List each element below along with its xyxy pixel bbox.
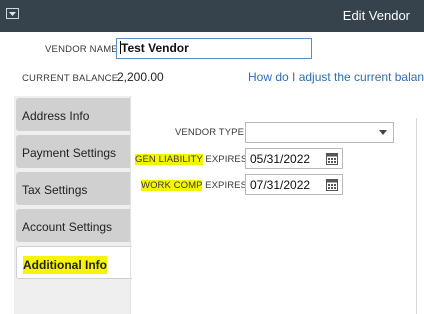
gen-liability-expires-label: GEN LIABILITY EXPIRES xyxy=(135,154,247,165)
title-bar: Edit Vendor xyxy=(0,0,424,32)
vendor-name-input[interactable]: Test Vendor xyxy=(116,38,312,59)
tab-account-settings[interactable]: Account Settings xyxy=(16,209,130,242)
vendor-type-label: VENDOR TYPE xyxy=(175,127,245,138)
gen-liability-date-value: 05/31/2022 xyxy=(250,152,311,166)
adjust-balance-link[interactable]: How do I adjust the current balan xyxy=(248,70,424,84)
work-comp-expires-label: WORK COMP EXPIRES xyxy=(141,180,247,191)
tab-label: Address Info xyxy=(22,109,90,123)
calendar-icon[interactable] xyxy=(326,178,338,194)
tab-additional-info[interactable]: Additional Info xyxy=(16,246,132,279)
vendor-name-value: Test Vendor xyxy=(121,41,189,55)
gen-liability-label-highlight: GEN LIABILITY xyxy=(135,154,203,165)
tab-address-info[interactable]: Address Info xyxy=(16,98,130,131)
calendar-icon[interactable] xyxy=(326,152,338,168)
tab-tax-settings[interactable]: Tax Settings xyxy=(16,172,130,205)
tab-label: Additional Info xyxy=(23,256,107,274)
panel-right-edge xyxy=(416,118,417,314)
system-menu-icon[interactable] xyxy=(6,8,19,19)
vendor-name-label: VENDOR NAME xyxy=(45,44,118,55)
gen-liability-date-field[interactable]: 05/31/2022 xyxy=(245,148,343,169)
work-comp-date-value: 07/31/2022 xyxy=(250,178,311,192)
tab-label: Tax Settings xyxy=(22,183,88,197)
work-comp-label-rest: EXPIRES xyxy=(202,180,248,191)
vendor-type-select[interactable] xyxy=(245,122,394,143)
panel-divider xyxy=(130,96,131,314)
tab-payment-settings[interactable]: Payment Settings xyxy=(16,135,130,168)
current-balance-label: CURRENT BALANCE xyxy=(22,73,119,84)
work-comp-date-field[interactable]: 07/31/2022 xyxy=(245,174,343,195)
work-comp-label-highlight: WORK COMP xyxy=(141,180,203,191)
current-balance-value: 2,200.00 xyxy=(117,70,164,84)
window-title: Edit Vendor xyxy=(342,8,410,23)
tab-panel: Address Info Payment Settings Tax Settin… xyxy=(14,96,132,314)
gen-liability-label-rest: EXPIRES xyxy=(202,154,248,165)
tab-label: Account Settings xyxy=(22,220,113,234)
tab-label: Payment Settings xyxy=(22,146,117,160)
chevron-down-icon xyxy=(379,130,387,135)
